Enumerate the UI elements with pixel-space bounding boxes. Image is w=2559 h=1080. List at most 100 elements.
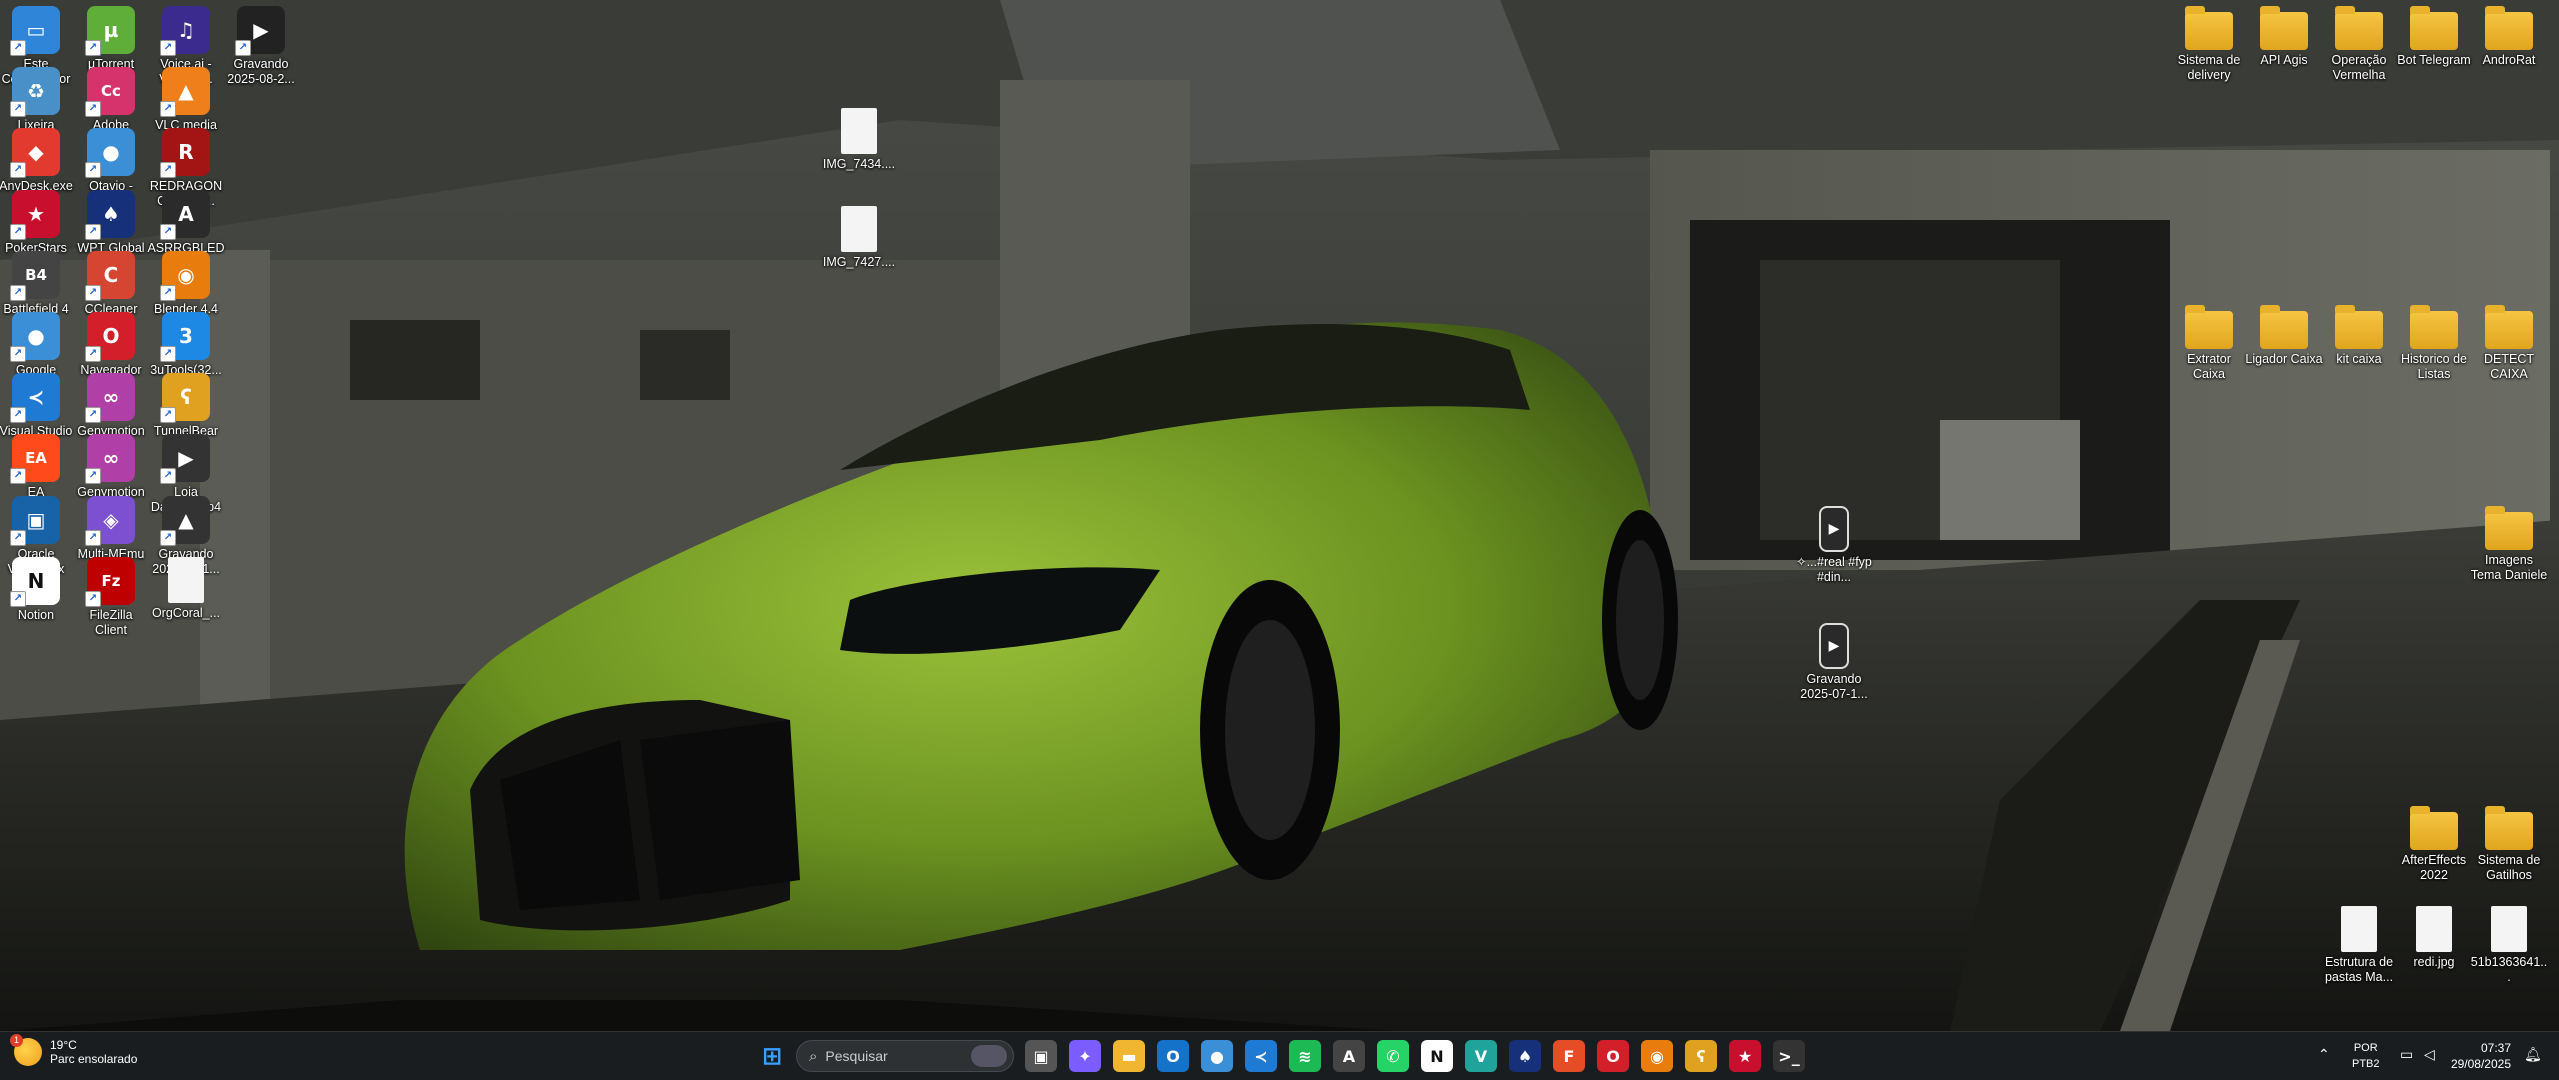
desktop-icon[interactable]: OrgCoral_... [149,556,223,621]
copilot-icon[interactable]: ✦ [1069,1040,1101,1072]
vlc-icon: ▲ [160,67,210,118]
folder-icon [2485,305,2533,349]
desktop-icon[interactable]: AndroRat [2472,6,2546,68]
desktop-icon[interactable]: redi.jpg [2397,906,2471,970]
taskbar-search-box[interactable]: ⌕ Pesquisar [796,1040,1014,1072]
figma-icon[interactable]: F [1553,1040,1585,1072]
desktop-wallpaper [0,0,2559,1031]
app-store-icon[interactable]: A [1333,1040,1365,1072]
image-file-icon [841,108,877,154]
desktop-icon[interactable]: ★PokerStars [0,189,73,256]
network-icon[interactable]: ▭ [2400,1046,2413,1063]
desktop-icon[interactable]: B4Battlefield 4 [0,250,73,317]
desktop-icon-label: redi.jpg [2413,955,2455,969]
desktop-icon[interactable]: Estrutura de pastas Ma... [2322,906,2396,985]
desktop-icon[interactable]: AfterEffects 2022 [2397,806,2471,883]
desktop-icon[interactable]: ▶ Gravando 2025-07-1... [1797,623,1871,702]
desktop-icon-label: AndroRat [2482,53,2536,67]
desktop-icon-label: kit caixa [2336,352,2382,366]
desktop-icon[interactable]: kit caixa [2322,305,2396,367]
video-file-icon: ▶ [1819,506,1849,552]
desktop-icon[interactable]: ◉Blender 4.4 [149,250,223,317]
ea-icon: EA [10,434,60,485]
desktop-icon[interactable]: Extrator Caixa [2172,305,2246,382]
desktop-icon[interactable]: ♻Lixeira [0,67,73,133]
desktop-icon-label: DETECT CAIXA [2484,352,2534,381]
desktop-icon[interactable]: ∞Genymotion [74,373,148,439]
pokerstars-icon[interactable]: ★ [1729,1040,1761,1072]
keyboard-layout: PTB2 [2352,1058,2380,1070]
desktop-icon[interactable]: IMG_7434.... [822,108,896,172]
spotify-icon[interactable]: ≋ [1289,1040,1321,1072]
image-file-icon [2416,906,2452,952]
clock-time: 07:37 [2480,1041,2511,1055]
desktop-icon[interactable]: Operação Vermelha [2322,6,2396,83]
visual-studio-icon[interactable]: V [1465,1040,1497,1072]
chrome-icon: ● [85,128,135,179]
desktop-icon[interactable]: ▶ ✧...#real #fyp #din... [1796,506,1872,585]
vscode-icon[interactable]: ≺ [1245,1040,1277,1072]
desktop-icon[interactable]: ♠WPT Global [74,189,148,256]
folder-icon [2335,305,2383,349]
whatsapp-icon[interactable]: ✆ [1377,1040,1409,1072]
desktop-icon[interactable]: Historico de Listas [2397,305,2471,382]
tunnelbear-icon: ʕ [160,373,210,424]
tunnelbear-icon[interactable]: ʕ [1685,1040,1717,1072]
show-hidden-icons-chevron[interactable]: ⌃ [2318,1046,2330,1063]
input-language-indicator[interactable]: POR PTB2 [2352,1040,2380,1072]
weather-notification-badge: 1 [10,1034,23,1047]
desktop-icon[interactable]: µµTorrent [74,6,148,72]
desktop-icon[interactable]: AASRRGBLED [147,189,225,256]
folder-icon [2260,6,2308,50]
desktop-icon[interactable]: Imagens Tema Daniele [2471,506,2547,583]
desktop-icon-label: Notion [17,607,55,622]
vlc-icon: ▲ [160,495,210,546]
desktop-icon[interactable]: EAEA [0,434,73,500]
redragon-icon: R [160,128,210,179]
weather-temperature: 19°C [50,1038,77,1052]
folder-icon [2410,806,2458,850]
desktop-icon[interactable]: ◆AnyDesk.exe [0,128,73,194]
weather-widget[interactable]: 1 19°C Parc ensolarado [10,1034,137,1066]
desktop-icon[interactable]: CCCleaner [74,250,148,317]
vscode-icon: ≺ [10,373,60,424]
blender-icon: ◉ [160,250,210,301]
notion-icon[interactable]: N [1421,1040,1453,1072]
wpt-icon[interactable]: ♠ [1509,1040,1541,1072]
desktop-icon-label: OrgCoral_... [151,605,221,620]
desktop-icon[interactable]: FzFileZilla Client [74,556,148,638]
notification-bell-icon[interactable]: 🔔︎ [2524,1046,2542,1063]
folder-icon [2260,305,2308,349]
terminal-icon[interactable]: >_ [1773,1040,1805,1072]
desktop-icon[interactable]: ◈Multi-MEmu [74,495,148,562]
desktop-icon[interactable]: Sistema de delivery [2172,6,2246,83]
chrome-icon[interactable]: ● [1201,1040,1233,1072]
memu-icon: ◈ [85,495,135,546]
desktop-icon[interactable]: IMG_7427.... [822,206,896,270]
desktop-icon-label: Operação Vermelha [2331,53,2387,82]
search-highlight-icon [971,1045,1007,1067]
language-code: POR [2353,1042,2378,1054]
weather-icon: 1 [10,1034,42,1066]
desktop-icon[interactable]: ʕTunnelBear [149,373,223,439]
desktop-icon[interactable]: Ligador Caixa [2245,305,2323,367]
desktop-icon[interactable]: ▶Gravando 2025-08-2... [224,6,298,87]
desktop-icon[interactable]: DETECT CAIXA [2472,305,2546,382]
opera-icon[interactable]: O [1597,1040,1629,1072]
desktop-icon[interactable]: Sistema de Gatilhos [2472,806,2546,883]
volume-icon[interactable]: ◁ [2424,1046,2435,1063]
outlook-icon[interactable]: O [1157,1040,1189,1072]
desktop-icon[interactable]: Bot Telegram [2397,6,2471,68]
video-file-icon: ▶ [1819,623,1849,669]
folder-icon [2410,6,2458,50]
desktop-icon[interactable]: 33uTools(32... [149,312,223,378]
desktop-icon[interactable]: 51b1363641... [2471,906,2547,985]
voiceai-icon: ♫ [160,6,210,56]
windows-start-icon[interactable]: ⊞ [756,1040,788,1072]
file-explorer-icon[interactable]: ▬ [1113,1040,1145,1072]
task-view-icon[interactable]: ▣ [1025,1040,1057,1072]
system-clock[interactable]: 07:37 29/08/2025 [2451,1040,2511,1072]
desktop-icon[interactable]: API Agis [2247,6,2321,68]
desktop-icon[interactable]: NNotion [0,556,73,623]
blender-icon[interactable]: ◉ [1641,1040,1673,1072]
